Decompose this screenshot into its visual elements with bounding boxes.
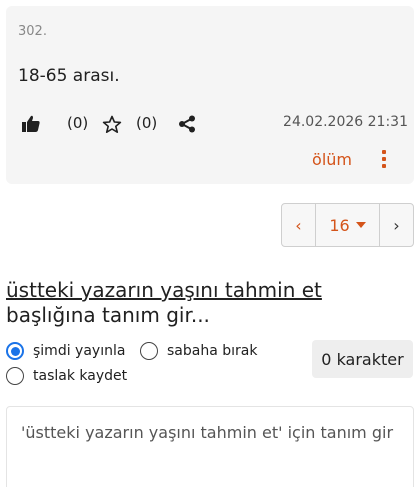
radio-publish-now[interactable]: şimdi yayınla <box>6 342 125 360</box>
star-icon[interactable] <box>101 112 123 136</box>
favorite-count: (0) <box>136 114 158 132</box>
radio-save-draft-label: taslak kaydet <box>33 368 128 384</box>
more-vertical-icon[interactable] <box>376 148 392 170</box>
caret-down-icon <box>355 222 366 228</box>
entry-date[interactable]: 24.02.2026 21:31 <box>283 114 408 130</box>
pager-prev-button[interactable]: ‹ <box>282 204 316 246</box>
pager: ‹ 16 › <box>281 203 414 247</box>
radio-checked-icon <box>6 342 24 360</box>
entry-card: 302. 18-65 arası. (0) (0) 24.02.2026 21:… <box>6 6 414 184</box>
radio-unchecked-icon <box>140 342 158 360</box>
chevron-left-icon: ‹ <box>295 215 302 235</box>
page-select[interactable]: 16 <box>316 204 380 246</box>
like-count: (0) <box>67 114 89 132</box>
topic-heading: üstteki yazarın yaşını tahmin et başlığı… <box>6 278 406 328</box>
topic-heading-suffix: başlığına tanım gir... <box>6 303 210 327</box>
share-icon[interactable] <box>176 112 198 136</box>
pager-next-button[interactable]: › <box>380 204 413 246</box>
entry-number[interactable]: 302. <box>18 24 47 39</box>
entry-actions: (0) (0) 24.02.2026 21:31 <box>20 112 410 136</box>
chevron-right-icon: › <box>393 215 400 235</box>
thumbs-up-icon[interactable] <box>20 112 42 136</box>
radio-leave-for-morning[interactable]: sabaha bırak <box>140 342 257 360</box>
radio-unchecked-icon <box>6 367 24 385</box>
radio-publish-now-label: şimdi yayınla <box>33 343 126 359</box>
author-link[interactable]: ölüm <box>312 150 352 169</box>
radio-leave-for-morning-label: sabaha bırak <box>167 343 258 359</box>
char-counter: 0 karakter <box>312 340 413 378</box>
current-page: 16 <box>329 215 350 235</box>
definition-textarea[interactable] <box>6 406 414 487</box>
radio-save-draft[interactable]: taslak kaydet <box>6 367 127 385</box>
entry-content: 18-65 arası. <box>18 66 120 86</box>
topic-title-link[interactable]: üstteki yazarın yaşını tahmin et <box>6 278 322 302</box>
